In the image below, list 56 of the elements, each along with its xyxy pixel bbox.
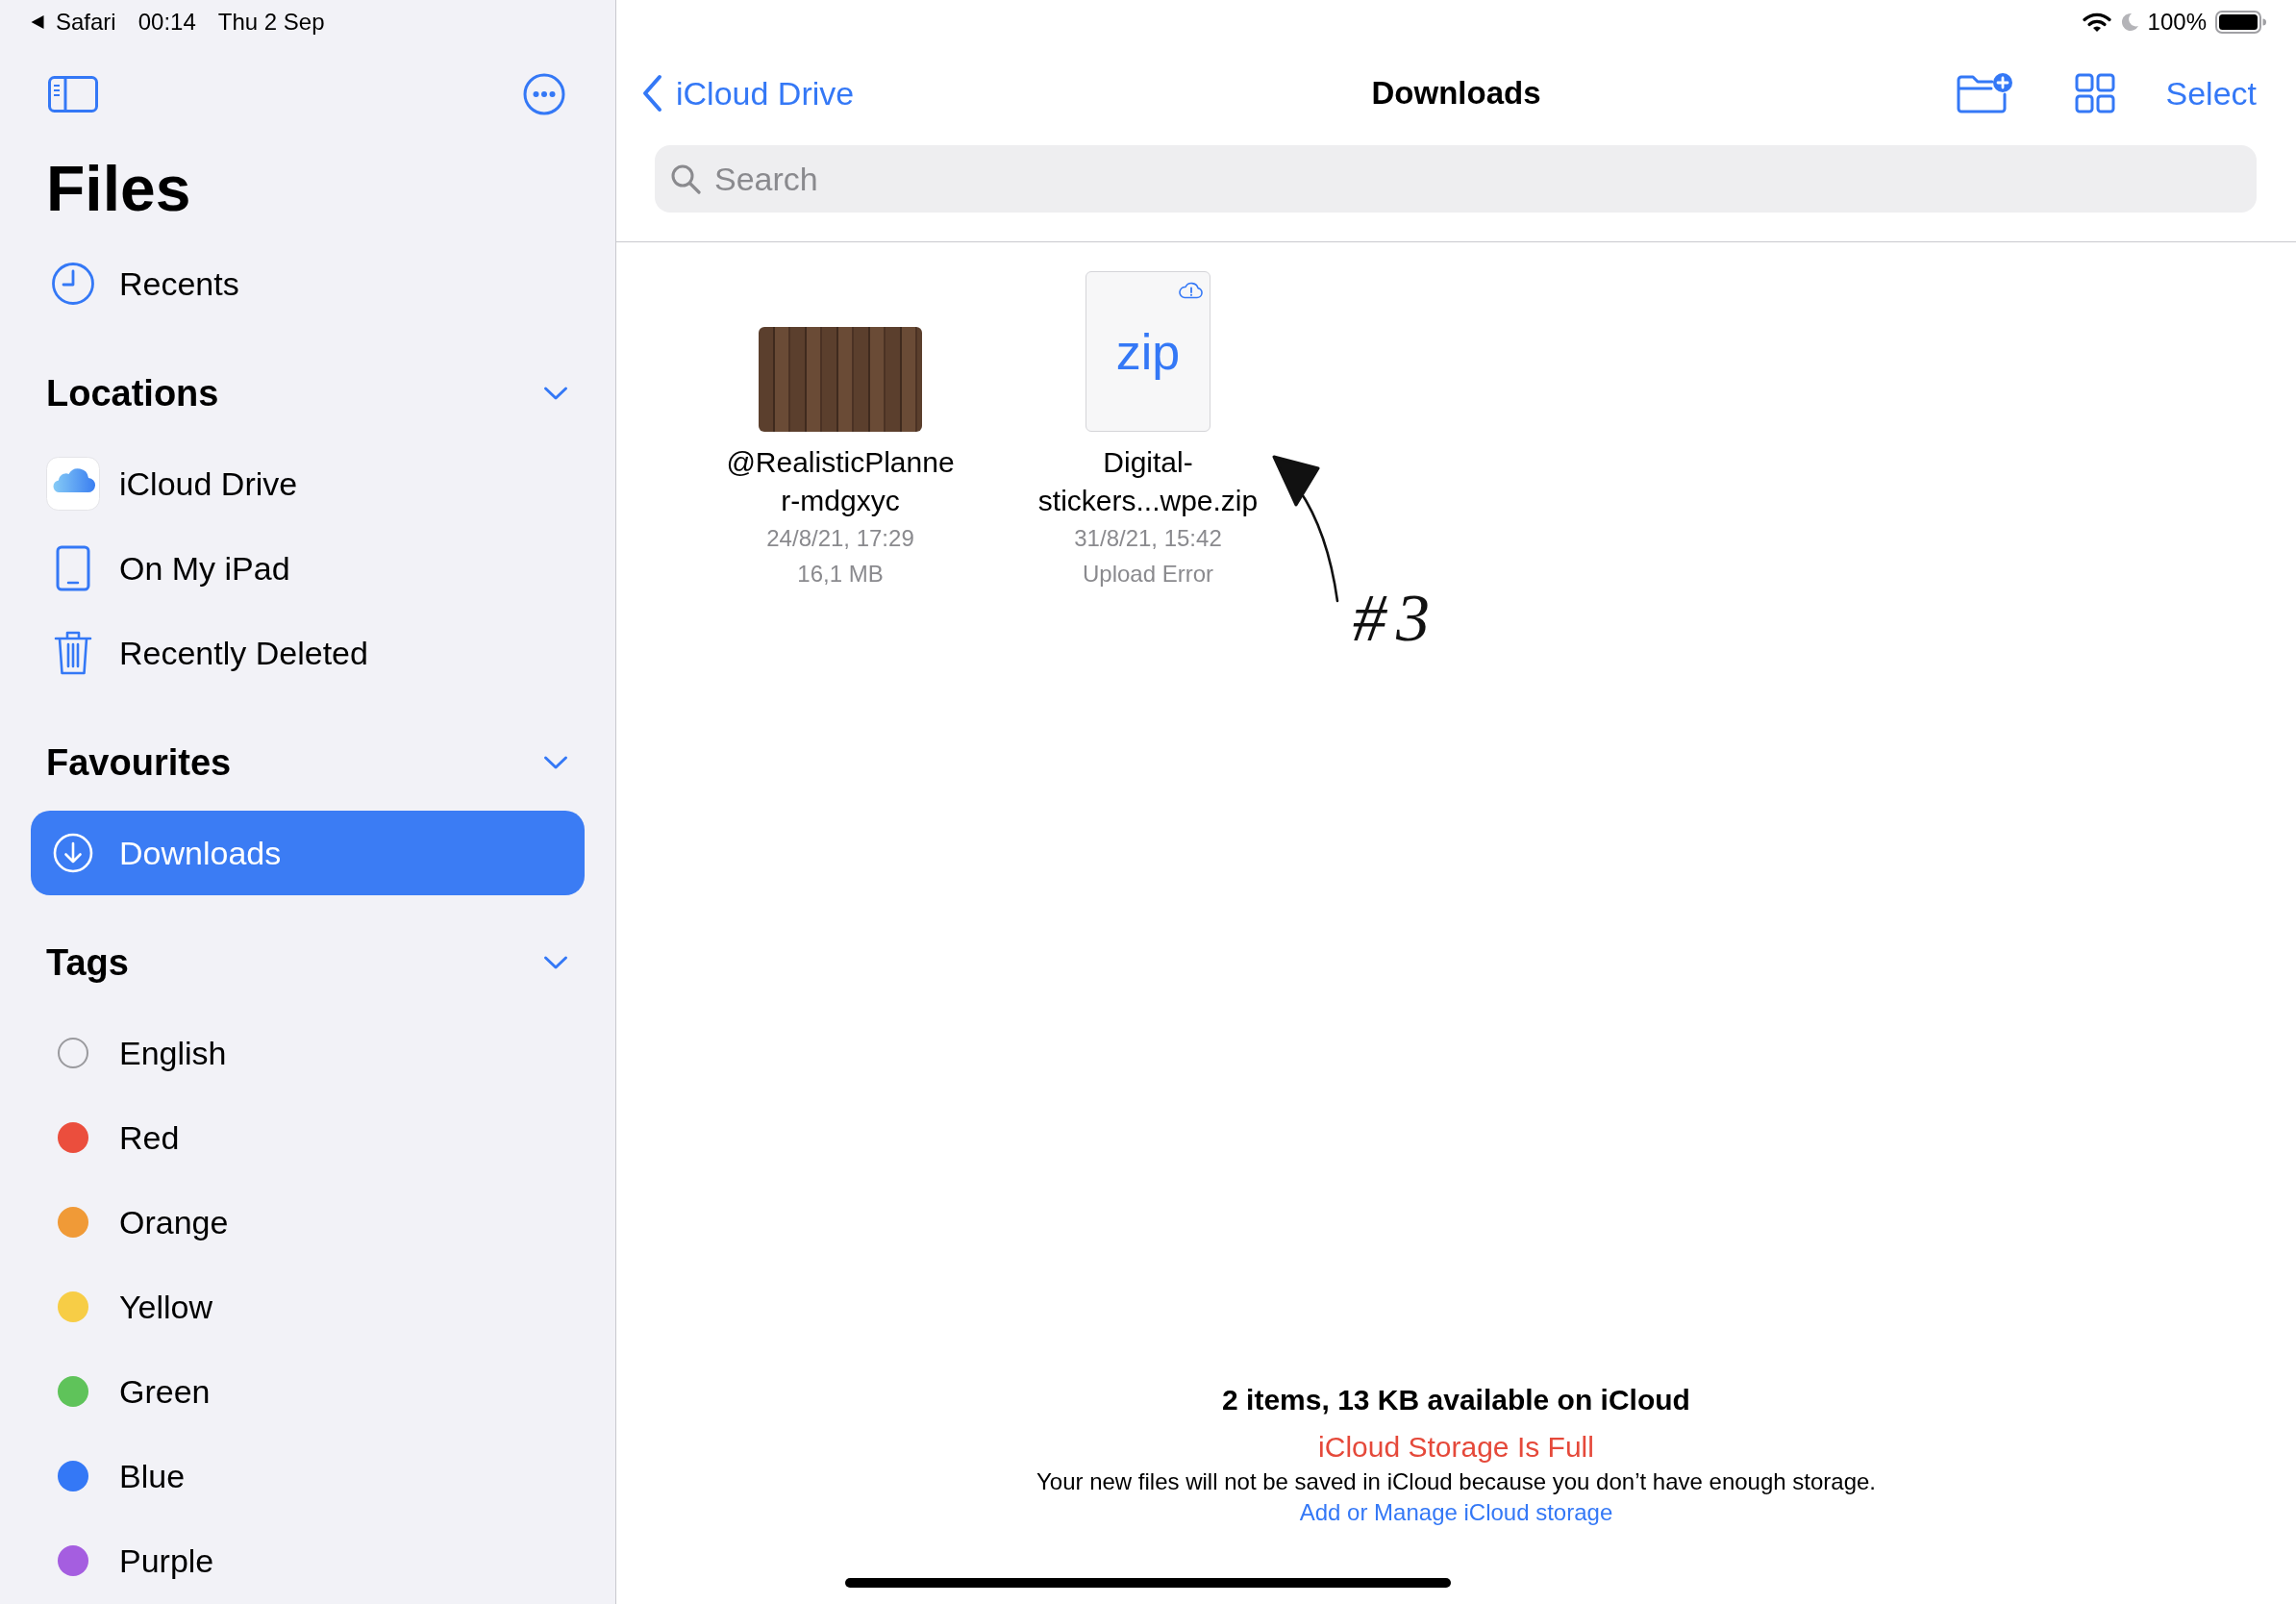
chevron-down-icon[interactable] xyxy=(543,955,568,970)
cloud-icon xyxy=(46,457,100,511)
sidebar-item[interactable]: iCloud Drive xyxy=(31,441,585,526)
tag-item[interactable]: Purple xyxy=(31,1518,585,1603)
grid-view-icon[interactable] xyxy=(2074,73,2115,113)
sidebar-item[interactable]: Downloads xyxy=(31,811,585,895)
search-field[interactable]: Search xyxy=(655,145,2257,213)
tag-item[interactable]: Red xyxy=(31,1095,585,1180)
storage-full-title: iCloud Storage Is Full xyxy=(1318,1430,1594,1465)
file-date: 24/8/21, 17:29 xyxy=(766,524,914,553)
battery-icon xyxy=(2215,11,2267,34)
sidebar-item[interactable]: Recently Deleted xyxy=(31,611,585,695)
more-icon[interactable] xyxy=(523,73,565,115)
sidebar-toggle-icon[interactable] xyxy=(48,76,98,113)
manage-storage-link[interactable]: Add or Manage iCloud storage xyxy=(1299,1497,1613,1528)
status-date: Thu 2 Sep xyxy=(217,9,325,36)
wifi-icon xyxy=(2082,12,2111,33)
file-name: @RealisticPlanner-mdgxyc xyxy=(725,445,956,518)
trash-icon xyxy=(54,630,92,676)
download-icon xyxy=(53,833,93,873)
app-title: Files xyxy=(46,152,191,226)
sidebar-item[interactable]: Recents xyxy=(31,241,585,326)
tag-item[interactable]: Yellow xyxy=(31,1265,585,1349)
file-size: 16,1 MB xyxy=(797,560,884,589)
storage-full-message: Your new files will not be saved in iCloud because you don’t have enough storage. xyxy=(1036,1467,1876,1496)
folder-title: Downloads xyxy=(1371,75,1541,112)
status-time: 00:14 xyxy=(137,9,196,36)
handwritten-annotation: #3 xyxy=(1353,585,1439,652)
chevron-down-icon[interactable] xyxy=(543,755,568,770)
clock-icon xyxy=(51,262,95,306)
tag-item[interactable]: Orange xyxy=(31,1180,585,1265)
tablet-icon xyxy=(56,545,90,591)
chevron-left-icon xyxy=(641,74,662,113)
file-type-label: zip xyxy=(1115,322,1181,381)
upload-status: Upload Error xyxy=(1082,560,1214,589)
new-folder-icon[interactable] xyxy=(1955,72,2013,114)
back-triangle-icon[interactable] xyxy=(31,14,44,30)
sidebar-item[interactable]: On My iPad xyxy=(31,526,585,611)
file-name: Digital-stickers...wpe.zip xyxy=(1036,445,1260,518)
file-date: 31/8/21, 15:42 xyxy=(1074,524,1222,553)
section-title: Tags xyxy=(46,941,129,984)
tag-item[interactable]: English xyxy=(31,1011,585,1095)
section-title: Locations xyxy=(46,372,219,414)
back-app-label[interactable]: Safari xyxy=(56,9,116,36)
storage-summary: 2 items, 13 KB available on iCloud xyxy=(1222,1383,1690,1417)
search-icon xyxy=(670,163,701,194)
tag-item[interactable]: Green xyxy=(31,1349,585,1434)
tag-ring-icon xyxy=(58,1038,88,1068)
section-title: Favourites xyxy=(46,741,232,784)
battery-percentage: 100% xyxy=(2147,9,2207,36)
document-thumbnail[interactable]: zip xyxy=(1086,271,1210,432)
select-button[interactable]: Select xyxy=(2165,74,2257,113)
back-button[interactable]: iCloud Drive xyxy=(641,74,855,113)
moon-icon xyxy=(2119,13,2139,32)
chevron-down-icon[interactable] xyxy=(543,386,568,401)
tag-item[interactable]: Blue xyxy=(31,1434,585,1518)
